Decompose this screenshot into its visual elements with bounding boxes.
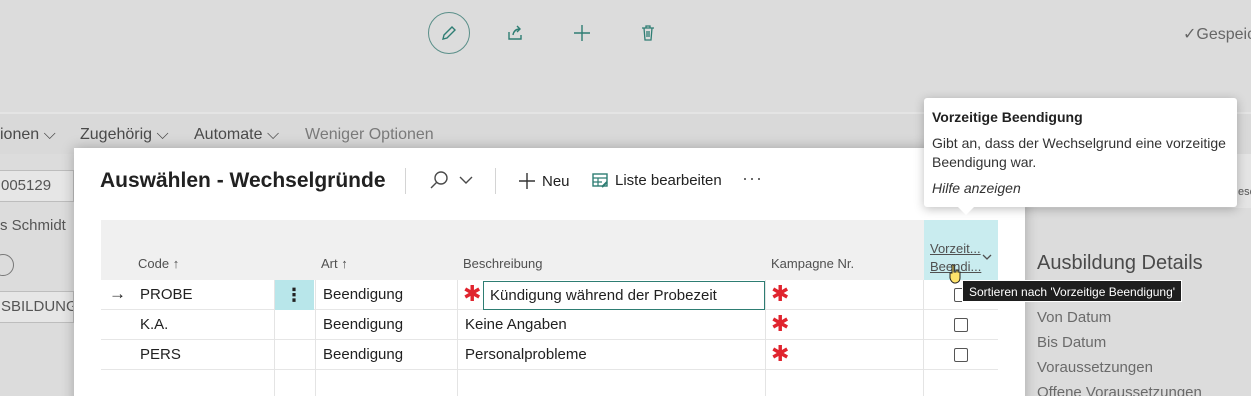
column-header-art[interactable]: Art ↑ xyxy=(321,256,348,271)
header-label: Art xyxy=(321,256,338,271)
share-icon xyxy=(508,25,522,40)
required-asterisk-icon: ✱ xyxy=(771,341,790,366)
chevron-down-icon: ⌵ xyxy=(266,126,280,143)
help-link[interactable]: Hilfe anzeigen xyxy=(932,180,1229,196)
cell-art[interactable]: Beendigung xyxy=(323,340,403,370)
column-divider xyxy=(315,280,316,396)
menu-zugehoerig[interactable]: Zugehörig ⌵ xyxy=(80,126,169,144)
edit-list-button[interactable]: Liste bearbeiten xyxy=(592,172,722,189)
menu-actions-cut[interactable]: ionen ⌵ xyxy=(0,126,56,144)
menu-label: Zugehörig xyxy=(80,126,153,143)
column-header-beschreibung[interactable]: Beschreibung xyxy=(463,256,543,271)
chevron-down-icon: ⌵ xyxy=(156,126,169,143)
hand-cursor-icon xyxy=(949,264,961,284)
details-title: Ausbildung Details xyxy=(1037,252,1203,274)
cell-code[interactable]: PERS xyxy=(140,340,181,370)
more-vertical-icon: ⋮ xyxy=(285,284,303,305)
background-field-number[interactable]: 005129 xyxy=(0,170,74,202)
header-label: Code xyxy=(138,256,170,271)
column-divider xyxy=(923,280,924,396)
background-field-name: s Schmidt xyxy=(0,217,66,234)
table-row[interactable]: → PROBE ⋮ Beendigung ✱ Kündigung während… xyxy=(101,280,998,310)
share-button[interactable] xyxy=(494,12,536,54)
menu-label: ionen xyxy=(0,126,40,143)
column-info-tooltip: Vorzeitige Beendigung Gibt an, dass der … xyxy=(924,98,1237,215)
required-asterisk-icon: ✱ xyxy=(771,281,790,306)
details-item-voraussetzungen: Voraussetzungen xyxy=(1037,359,1153,376)
pencil-icon xyxy=(442,26,456,40)
table-row[interactable]: K.A. Beendigung Keine Angaben ✱ xyxy=(101,310,998,340)
background-field-type[interactable]: SBILDUNG xyxy=(0,291,74,323)
cell-beschreibung[interactable]: Keine Angaben xyxy=(465,310,567,340)
plus-icon xyxy=(519,173,535,189)
row-menu-button[interactable]: ⋮ xyxy=(274,280,314,310)
new-button[interactable]: Neu xyxy=(518,172,570,190)
current-row-arrow-icon: → xyxy=(109,284,126,303)
cell-art[interactable]: Beendigung xyxy=(323,280,403,310)
cell-art[interactable]: Beendigung xyxy=(323,310,403,340)
empty-row[interactable] xyxy=(101,370,998,396)
edit-pencil-button[interactable] xyxy=(428,12,470,54)
chevron-down-icon: ⌵ xyxy=(43,126,56,143)
header-line: Vorzeit... xyxy=(930,241,981,256)
page-header-background xyxy=(0,0,1251,112)
select-dialog: Auswählen - Wechselgründe Neu Liste bear… xyxy=(74,148,1025,396)
required-asterisk-icon: ✱ xyxy=(771,311,790,336)
dialog-title: Auswählen - Wechselgründe xyxy=(100,169,386,192)
vorzeitige-beendigung-checkbox[interactable] xyxy=(954,318,968,332)
tooltip-body: Gibt an, dass der Wechselgrund eine vorz… xyxy=(932,135,1226,170)
sort-tooltip: Sortieren nach 'Vorzeitige Beendigung' xyxy=(962,280,1183,302)
details-item-bis-datum: Bis Datum xyxy=(1037,334,1107,351)
toolbar-divider xyxy=(405,168,406,194)
add-button[interactable] xyxy=(561,12,603,54)
required-asterisk-icon: ✱ xyxy=(463,281,482,306)
cell-code[interactable]: K.A. xyxy=(140,310,168,340)
edit-list-label: Liste bearbeiten xyxy=(615,172,722,189)
column-divider xyxy=(457,280,458,396)
menu-fewer-options[interactable]: Weniger Optionen xyxy=(305,126,434,144)
results-grid: Vorzeit... Beendi... Code ↑ Art ↑ Beschr… xyxy=(101,220,998,396)
new-label: Neu xyxy=(542,172,570,190)
plus-icon xyxy=(574,25,590,41)
chevron-down-icon xyxy=(982,254,992,260)
edit-list-icon xyxy=(592,172,608,188)
cell-code[interactable]: PROBE xyxy=(140,280,193,310)
sort-up-arrow-icon: ↑ xyxy=(172,256,180,271)
saved-status: ✓Gespeic xyxy=(1183,26,1251,43)
search-icon xyxy=(430,171,448,189)
table-row[interactable]: PERS Beendigung Personalprobleme ✱ xyxy=(101,340,998,370)
tooltip-title: Vorzeitige Beendigung xyxy=(932,109,1083,125)
delete-button[interactable] xyxy=(627,12,669,54)
vorzeitige-beendigung-checkbox[interactable] xyxy=(954,348,968,362)
cell-beschreibung[interactable]: Personalprobleme xyxy=(465,340,587,370)
menu-automate[interactable]: Automate ⌵ xyxy=(194,126,279,144)
description-input[interactable]: Kündigung während der Probezeit xyxy=(483,281,765,310)
column-header-kampagne[interactable]: Kampagne Nr. xyxy=(771,256,854,271)
menu-label: Automate xyxy=(194,126,263,143)
search-button[interactable] xyxy=(429,170,473,190)
sort-up-arrow-icon: ↑ xyxy=(341,256,348,271)
column-divider xyxy=(765,280,766,396)
column-header-code[interactable]: Code ↑ xyxy=(138,256,179,271)
details-item-von-datum: Von Datum xyxy=(1037,309,1112,326)
toolbar-divider xyxy=(495,168,496,194)
trash-icon xyxy=(642,25,654,41)
details-item-offene-voraussetzungen: Offene Voraussetzungen xyxy=(1037,384,1202,396)
more-options-button[interactable]: ··· xyxy=(742,168,763,189)
chevron-down-icon xyxy=(459,176,473,184)
column-divider xyxy=(274,280,275,396)
background-cut-text: esch xyxy=(1238,186,1251,198)
